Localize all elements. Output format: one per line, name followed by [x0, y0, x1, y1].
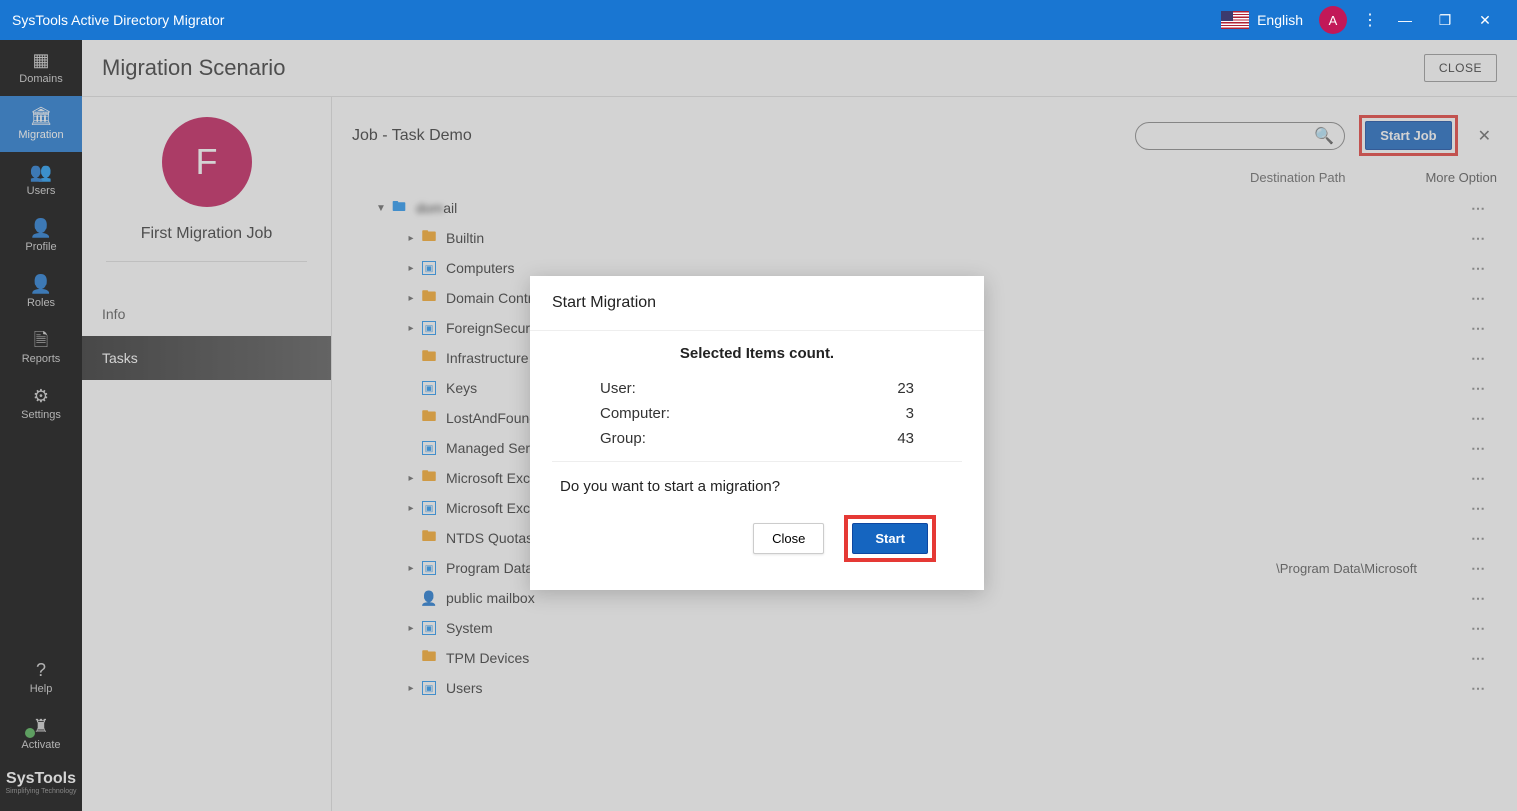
count-row-user: User: 23 [560, 376, 954, 401]
minimize-icon[interactable]: — [1385, 12, 1425, 28]
dialog-title: Start Migration [530, 276, 984, 331]
dialog-start-button[interactable]: Start [852, 523, 928, 554]
maximize-icon[interactable]: ❐ [1425, 12, 1465, 29]
user-avatar[interactable]: A [1319, 6, 1347, 34]
confirm-question: Do you want to start a migration? [560, 478, 954, 495]
counts-title: Selected Items count. [560, 345, 954, 362]
count-key: User: [600, 380, 897, 397]
app-title: SysTools Active Directory Migrator [12, 12, 1221, 28]
count-val: 3 [906, 405, 914, 422]
language-selector[interactable]: English [1221, 11, 1303, 29]
count-val: 23 [897, 380, 914, 397]
count-key: Group: [600, 430, 897, 447]
close-window-icon[interactable]: ✕ [1465, 12, 1505, 29]
start-migration-dialog: Start Migration Selected Items count. Us… [530, 276, 984, 590]
titlebar: SysTools Active Directory Migrator Engli… [0, 0, 1517, 40]
language-label: English [1257, 12, 1303, 28]
start-button-highlight: Start [844, 515, 936, 562]
count-key: Computer: [600, 405, 906, 422]
count-row-computer: Computer: 3 [560, 401, 954, 426]
flag-icon [1221, 11, 1249, 29]
count-val: 43 [897, 430, 914, 447]
more-menu-icon[interactable]: ⋮ [1355, 10, 1385, 30]
count-row-group: Group: 43 [560, 426, 954, 451]
dialog-close-button[interactable]: Close [753, 523, 824, 554]
